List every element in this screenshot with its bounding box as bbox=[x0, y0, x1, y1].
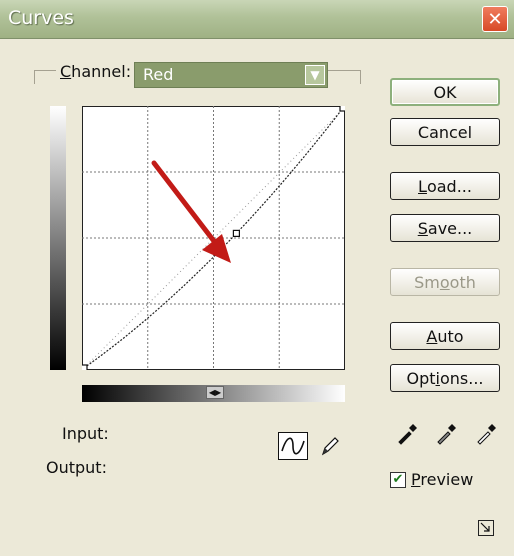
channel-select[interactable]: Red ▼ bbox=[134, 62, 328, 88]
eyedropper-gray-icon bbox=[437, 424, 456, 445]
window-title: Curves bbox=[8, 7, 74, 29]
auto-button[interactable]: Auto bbox=[390, 322, 500, 350]
curve-control-point[interactable] bbox=[232, 229, 240, 238]
curve-graph[interactable] bbox=[80, 104, 347, 372]
load-button[interactable]: Load... bbox=[390, 172, 500, 200]
expand-dialog-icon[interactable] bbox=[478, 520, 494, 536]
gradient-swap-toggle[interactable]: ◀▶ bbox=[206, 386, 224, 399]
gray-eyedropper-button[interactable] bbox=[434, 420, 460, 446]
input-label: Input: bbox=[62, 424, 109, 443]
ok-button[interactable]: OK bbox=[390, 78, 500, 106]
white-eyedropper-button[interactable] bbox=[474, 420, 500, 446]
close-button[interactable]: ✕ bbox=[482, 6, 508, 32]
eyedropper-black-icon bbox=[398, 424, 417, 445]
pencil-tool-button[interactable] bbox=[318, 434, 342, 458]
output-gradient-bar bbox=[50, 106, 66, 370]
chevron-down-icon[interactable]: ▼ bbox=[305, 65, 325, 85]
cancel-button[interactable]: Cancel bbox=[390, 118, 500, 146]
channel-value: Red bbox=[143, 65, 174, 84]
save-button[interactable]: Save... bbox=[390, 214, 500, 242]
output-label: Output: bbox=[46, 458, 107, 477]
preview-checkbox[interactable]: ✔ bbox=[390, 472, 406, 488]
curve-control-point[interactable] bbox=[80, 364, 88, 372]
channel-label: Channel: bbox=[56, 62, 136, 81]
options-button[interactable]: Opt i ons... bbox=[390, 364, 500, 392]
black-eyedropper-button[interactable] bbox=[395, 420, 421, 446]
curve-control-point[interactable] bbox=[339, 104, 347, 112]
smooth-button[interactable]: Sm o oth bbox=[390, 268, 500, 296]
curve-tool-button[interactable] bbox=[278, 432, 308, 460]
eyedropper-white-icon bbox=[477, 424, 496, 445]
title-bar: Curves ✕ bbox=[0, 0, 514, 39]
pencil-icon bbox=[321, 437, 339, 456]
channel-group-border-right bbox=[360, 70, 361, 84]
preview-label[interactable]: Preview bbox=[411, 470, 473, 489]
curve-icon bbox=[281, 437, 305, 455]
channel-group-border-left bbox=[34, 70, 35, 84]
